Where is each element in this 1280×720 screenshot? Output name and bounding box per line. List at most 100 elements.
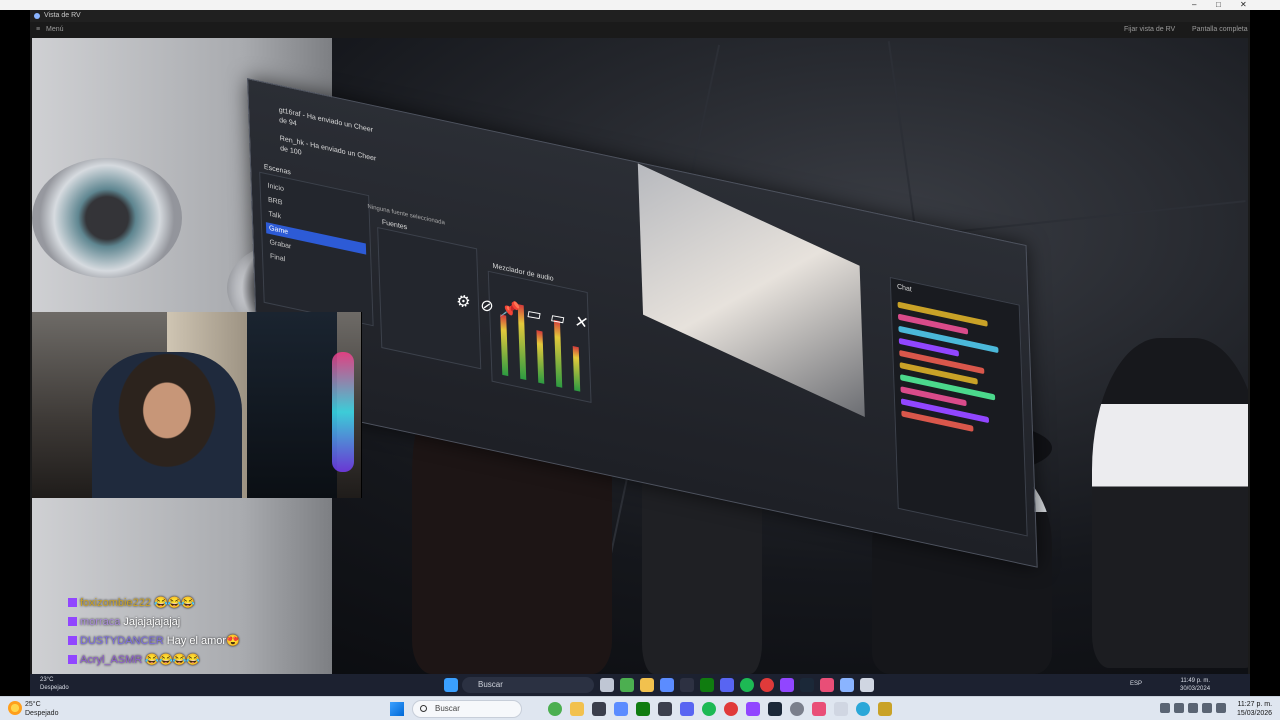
app-icon[interactable] xyxy=(658,702,672,716)
obs-mixer-title: Mezclador de audio xyxy=(492,262,554,283)
obs-scenes-title: Escenas xyxy=(263,163,291,177)
app-icon xyxy=(840,678,854,692)
menu-button[interactable]: Menú xyxy=(46,22,64,38)
close-icon[interactable]: ✕ xyxy=(570,312,593,335)
window-icon[interactable]: ▭ xyxy=(522,304,545,327)
task-view-icon xyxy=(600,678,614,692)
spotify-icon[interactable] xyxy=(702,702,716,716)
weather-desc: Despejado xyxy=(25,710,59,717)
avatar-beanie xyxy=(1092,338,1248,668)
steam-icon[interactable] xyxy=(768,702,782,716)
clock[interactable]: 11:27 p. m. 15/03/2026 xyxy=(1237,700,1272,718)
webcam-window-background xyxy=(247,312,337,498)
minimize-button[interactable]: – xyxy=(1192,0,1196,10)
inner-weather-desc: Despejado xyxy=(40,685,69,691)
discord-icon xyxy=(720,678,734,692)
opera-icon[interactable] xyxy=(724,702,738,716)
streamer-person xyxy=(92,352,242,498)
webcam-rgb-light xyxy=(332,352,354,472)
opera-icon xyxy=(760,678,774,692)
gear-icon[interactable] xyxy=(790,702,804,716)
outer-window-titlebar: – □ ✕ xyxy=(0,0,1280,10)
app-icon[interactable] xyxy=(1188,703,1198,713)
store-icon xyxy=(660,678,674,692)
inner-language: ESP xyxy=(1130,681,1143,687)
audio-meter xyxy=(536,330,545,384)
obs-chat-dock: Chat xyxy=(889,276,1028,537)
disable-icon[interactable]: ⊘ xyxy=(475,295,498,318)
chat-user: foxizombie222 xyxy=(80,597,151,609)
vr-icon xyxy=(860,678,874,692)
chat-message: 😂😂😂 xyxy=(153,597,196,609)
inner-weather-widget: 23°C Despejado xyxy=(40,676,69,692)
audio-meter xyxy=(572,345,581,392)
chevron-up-icon[interactable] xyxy=(1160,703,1170,713)
sub-badge-icon xyxy=(68,617,77,626)
xbox-icon[interactable] xyxy=(636,702,650,716)
maximize-button[interactable]: □ xyxy=(1216,0,1221,10)
app-title: Vista de RV xyxy=(44,12,81,19)
discord-icon[interactable] xyxy=(680,702,694,716)
chat-message: Hay el amor😍 xyxy=(166,635,240,647)
obs-chat-title: Chat xyxy=(896,283,912,294)
app-icon[interactable] xyxy=(812,702,826,716)
pin-icon[interactable]: 📌 xyxy=(499,299,522,322)
chrome-icon[interactable] xyxy=(548,702,562,716)
date: 15/03/2026 xyxy=(1237,710,1273,717)
app-icon[interactable] xyxy=(1174,703,1184,713)
inner-weather-temp: 23°C xyxy=(40,677,54,683)
app-titlebar: Vista de RV xyxy=(30,10,1250,22)
folder-icon xyxy=(640,678,654,692)
twitch-icon xyxy=(780,678,794,692)
fullscreen-button[interactable]: Pantalla completa xyxy=(1192,22,1248,38)
spotify-icon xyxy=(740,678,754,692)
chat-message: Jajajajajajaj xyxy=(123,616,181,628)
twitch-icon[interactable] xyxy=(746,702,760,716)
store-icon[interactable] xyxy=(614,702,628,716)
chat-line: DUSTYDANCER Hay el amor😍 xyxy=(68,632,308,651)
start-button[interactable] xyxy=(390,702,404,716)
chat-line: Acryl_ASMR 😂😂😂😂 xyxy=(68,651,308,670)
weather-widget[interactable]: 25°C Despejado xyxy=(25,700,58,718)
window-icon[interactable]: ▭ xyxy=(546,308,569,331)
taskbar: 25°C Despejado Buscar 11:27 p. m. 15/03/… xyxy=(0,696,1280,720)
obs-scenes-panel: Escenas Inicio BRB Talk Game Grabar Fina… xyxy=(259,164,374,327)
xbox-icon xyxy=(700,678,714,692)
chat-line: foxizombie222 😂😂😂 xyxy=(68,594,308,613)
app-icon xyxy=(34,13,40,19)
sub-badge-icon xyxy=(68,636,77,645)
obs-sources-title: Fuentes xyxy=(381,218,408,232)
weather-temp: 25°C xyxy=(25,701,41,708)
obs-no-source-text: Ninguna fuente seleccionada xyxy=(367,203,445,227)
chat-user: Acryl_ASMR xyxy=(80,654,143,666)
pin-vr-view-button[interactable]: Fijar vista de RV xyxy=(1124,22,1175,38)
folder-icon[interactable] xyxy=(570,702,584,716)
avatar-eye xyxy=(32,158,182,278)
volume-icon[interactable] xyxy=(1216,703,1226,713)
vr-view-app-icon[interactable] xyxy=(878,702,892,716)
start-icon xyxy=(444,678,458,692)
close-button[interactable]: ✕ xyxy=(1240,0,1247,10)
inner-search-box: Buscar xyxy=(462,677,594,693)
time: 11:27 p. m. xyxy=(1237,701,1273,708)
app-menubar: ≡ Menú Fijar vista de RV Pantalla comple… xyxy=(30,22,1250,38)
steam-icon xyxy=(800,678,814,692)
search-input[interactable]: Buscar xyxy=(412,700,522,718)
vr-view-window: Vista de RV ≡ Menú Fijar vista de RV Pan… xyxy=(30,10,1250,674)
stream-chat-overlay: foxizombie222 😂😂😂 morraca Jajajajajajaj DU… xyxy=(68,594,308,670)
app-icon[interactable] xyxy=(592,702,606,716)
chat-line: morraca Jajajajajajaj xyxy=(68,613,308,632)
app-icon[interactable] xyxy=(856,702,870,716)
chat-message: 😂😂😂😂 xyxy=(145,654,201,666)
weather-sun-icon[interactable] xyxy=(8,701,22,715)
inner-clock: 11:49 p. m. 30/03/2024 xyxy=(1180,677,1210,693)
vr-viewport[interactable]: gt16raf - Ha enviado un Cheer de 94 Ren_… xyxy=(32,38,1248,674)
obs-chat-alerts: gt16raf - Ha enviado un Cheer de 94 Ren_… xyxy=(278,106,377,163)
menu-icon[interactable]: ≡ xyxy=(36,22,40,38)
sub-badge-icon xyxy=(68,598,77,607)
gear-icon[interactable]: ⚙ xyxy=(452,291,475,314)
chrome-icon xyxy=(620,678,634,692)
app-icon[interactable] xyxy=(834,702,848,716)
network-icon[interactable] xyxy=(1202,703,1212,713)
chat-user: DUSTYDANCER xyxy=(80,635,164,647)
